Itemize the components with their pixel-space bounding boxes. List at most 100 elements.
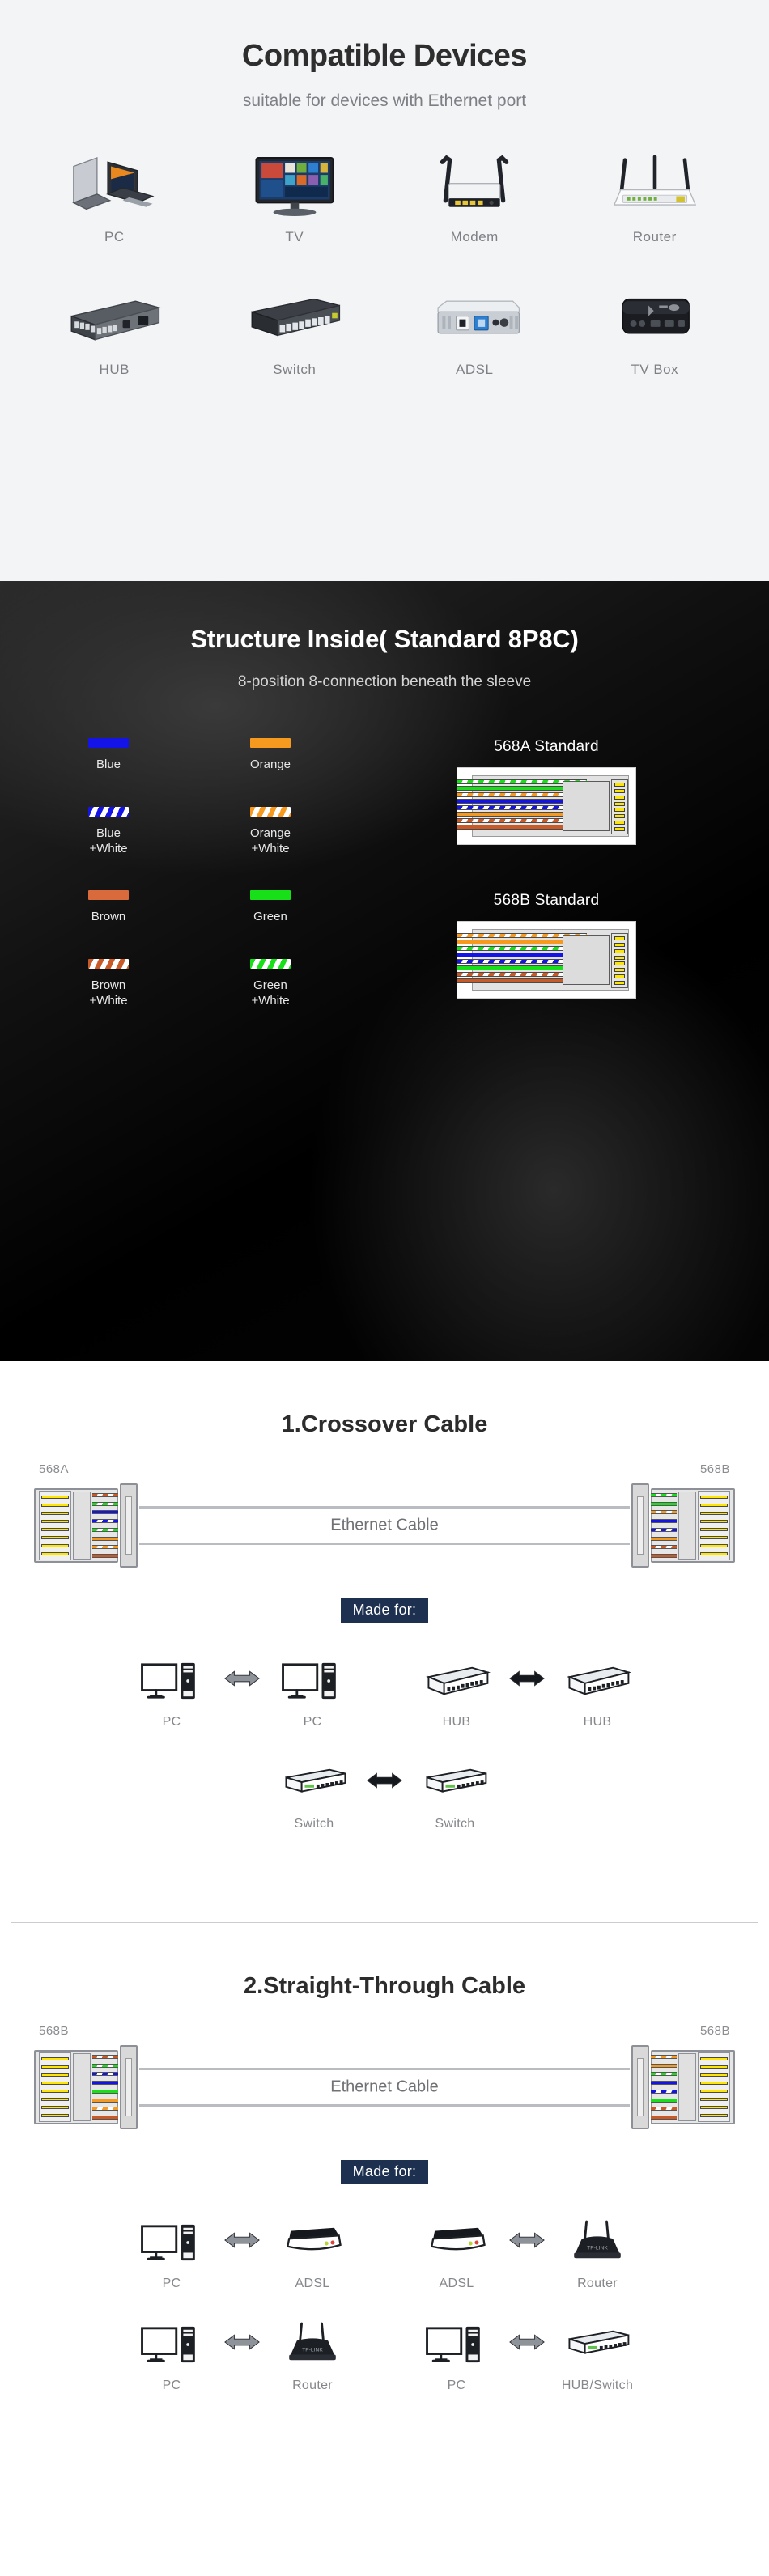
pin-contact — [700, 1544, 728, 1547]
pc-icon — [282, 1662, 336, 1700]
pair-device-right: TP-LINK Router — [264, 2315, 361, 2393]
router-line-icon: TP-LINK — [559, 2213, 636, 2267]
legend-swatch — [250, 890, 291, 901]
device-grid-row-2: HUB Switch ADSL TV Box — [0, 282, 769, 378]
pc-icon — [418, 2315, 495, 2369]
device-cell-pc: PC — [24, 150, 205, 245]
cable-section-1: 1.Crossover Cable 568A 568B Ethernet Cable M… — [0, 1361, 769, 1886]
device-pair: PC HUB/Switch — [408, 2315, 646, 2393]
pair-arrow — [220, 2315, 264, 2369]
pin-contact — [41, 1520, 69, 1523]
switch-line-icon — [285, 1768, 346, 1793]
infographic-page: Compatible Devices suitable for devices … — [0, 0, 769, 2448]
adsl-line-icon — [430, 2227, 486, 2251]
pair-device-left: ADSL — [408, 2213, 505, 2291]
pair-device-label: Router — [292, 2379, 333, 2392]
pin-contact — [614, 820, 625, 825]
device-cell-router: Router — [565, 150, 746, 245]
cable-line-top — [139, 2068, 630, 2070]
cable-usage-sections: 1.Crossover Cable 568A 568B Ethernet Cable M… — [0, 1361, 769, 2448]
section-bottom-space — [0, 2393, 769, 2448]
device-label: PC — [104, 229, 125, 244]
device-label: TV — [285, 229, 304, 244]
switch-line-icon — [416, 1754, 494, 1807]
pin-contact — [700, 2098, 728, 2101]
plug-latch-tab — [631, 1483, 649, 1568]
pin-contact — [614, 936, 625, 941]
device-pair: Switch Switch — [266, 1754, 503, 1831]
rj45-jack-568a — [457, 767, 636, 845]
pin-contact — [41, 2073, 69, 2077]
device-pair: PC ADSL — [123, 2213, 361, 2291]
pin-contact — [700, 2114, 728, 2117]
plug-wire — [92, 2072, 118, 2077]
pin-contact — [614, 826, 625, 831]
cable-section-title: 1.Crossover Cable — [281, 1411, 488, 1437]
plug-wire — [651, 1492, 677, 1497]
adsl-line-icon — [274, 2213, 351, 2267]
cable-right-end-label: 568B — [699, 1462, 730, 1476]
pc-icon — [426, 2326, 480, 2363]
plug-wire — [92, 1501, 118, 1506]
pair-arrow — [505, 2213, 549, 2267]
pair-device-right: HUB/Switch — [549, 2315, 646, 2393]
cable-line-bottom — [139, 2104, 630, 2107]
cable-label: Ethernet Cable — [139, 1516, 630, 1535]
plug-wire — [92, 1554, 118, 1559]
pin-contact — [614, 789, 625, 794]
double-arrow-icon — [509, 1670, 545, 1687]
pair-device-label: PC — [447, 2379, 466, 2392]
cable-section-2: 2.Straight-Through Cable 568B 568B Ethernet… — [0, 1923, 769, 2448]
pair-device-label: PC — [162, 1715, 181, 1729]
device-pair: PC TP-LINK Router — [123, 2315, 361, 2393]
cable-label: Ethernet Cable — [139, 2077, 630, 2097]
pin-contact — [41, 2090, 69, 2093]
pair-arrow — [505, 2315, 549, 2369]
pair-device-label: Router — [577, 2277, 618, 2290]
pair-device-left: PC — [123, 1652, 220, 1729]
cable-left-end-label: 568B — [39, 2024, 70, 2038]
pair-device-label: ADSL — [295, 2277, 330, 2290]
pin-contact — [614, 801, 625, 806]
pin-contact — [41, 2106, 69, 2109]
cable-line-bottom — [139, 1543, 630, 1545]
pc-icon — [133, 1652, 210, 1705]
plug-pin-contacts — [39, 2052, 71, 2122]
jack-pin-contacts — [611, 779, 628, 834]
pair-device-left: PC — [123, 2315, 220, 2393]
pair-device-left: HUB — [408, 1652, 505, 1729]
tvbox-icon — [601, 282, 708, 350]
pair-device-left: Switch — [266, 1754, 363, 1831]
plug-wire-stack — [92, 2052, 118, 2122]
modem-icon — [440, 155, 509, 207]
adsl-icon — [421, 282, 528, 350]
hub-line-icon — [418, 1652, 495, 1705]
legend-swatch — [88, 738, 129, 748]
device-cell-tv-box: TV Box — [565, 282, 746, 378]
legend-label: Green +White — [251, 978, 290, 1008]
structure-subtitle: 8-position 8-connection beneath the slee… — [237, 673, 532, 690]
device-pairs: PC ADSL ADSL TP-LINK Router PC TP-LINK Router PC… — [0, 2213, 769, 2393]
plug-body — [73, 1492, 91, 1560]
hub-line-icon — [559, 1652, 636, 1705]
double-arrow-icon — [224, 1670, 260, 1687]
pin-contact — [41, 2098, 69, 2101]
plug-wire — [651, 1519, 677, 1524]
plug-wire — [92, 1519, 118, 1524]
pair-device-right: ADSL — [264, 2213, 361, 2291]
pin-contact — [614, 948, 625, 953]
pc-icon — [141, 2224, 195, 2261]
plug-wire — [92, 2107, 118, 2111]
svg-text:TP-LINK: TP-LINK — [587, 2246, 608, 2251]
legend-item-brown: Brown — [28, 890, 189, 925]
pin-contact — [614, 795, 625, 800]
rj45-plug-left — [34, 1483, 138, 1568]
plug-wire — [651, 1536, 677, 1541]
legend-item-green: Green — [189, 890, 351, 925]
wiring-standards: 568A Standard 568B Standard — [351, 738, 741, 1009]
plug-wire — [92, 1492, 118, 1497]
cable-jacket: Ethernet Cable — [139, 1500, 630, 1551]
cable-left-end-label: 568A — [39, 1462, 70, 1476]
plug-wire — [651, 1527, 677, 1532]
